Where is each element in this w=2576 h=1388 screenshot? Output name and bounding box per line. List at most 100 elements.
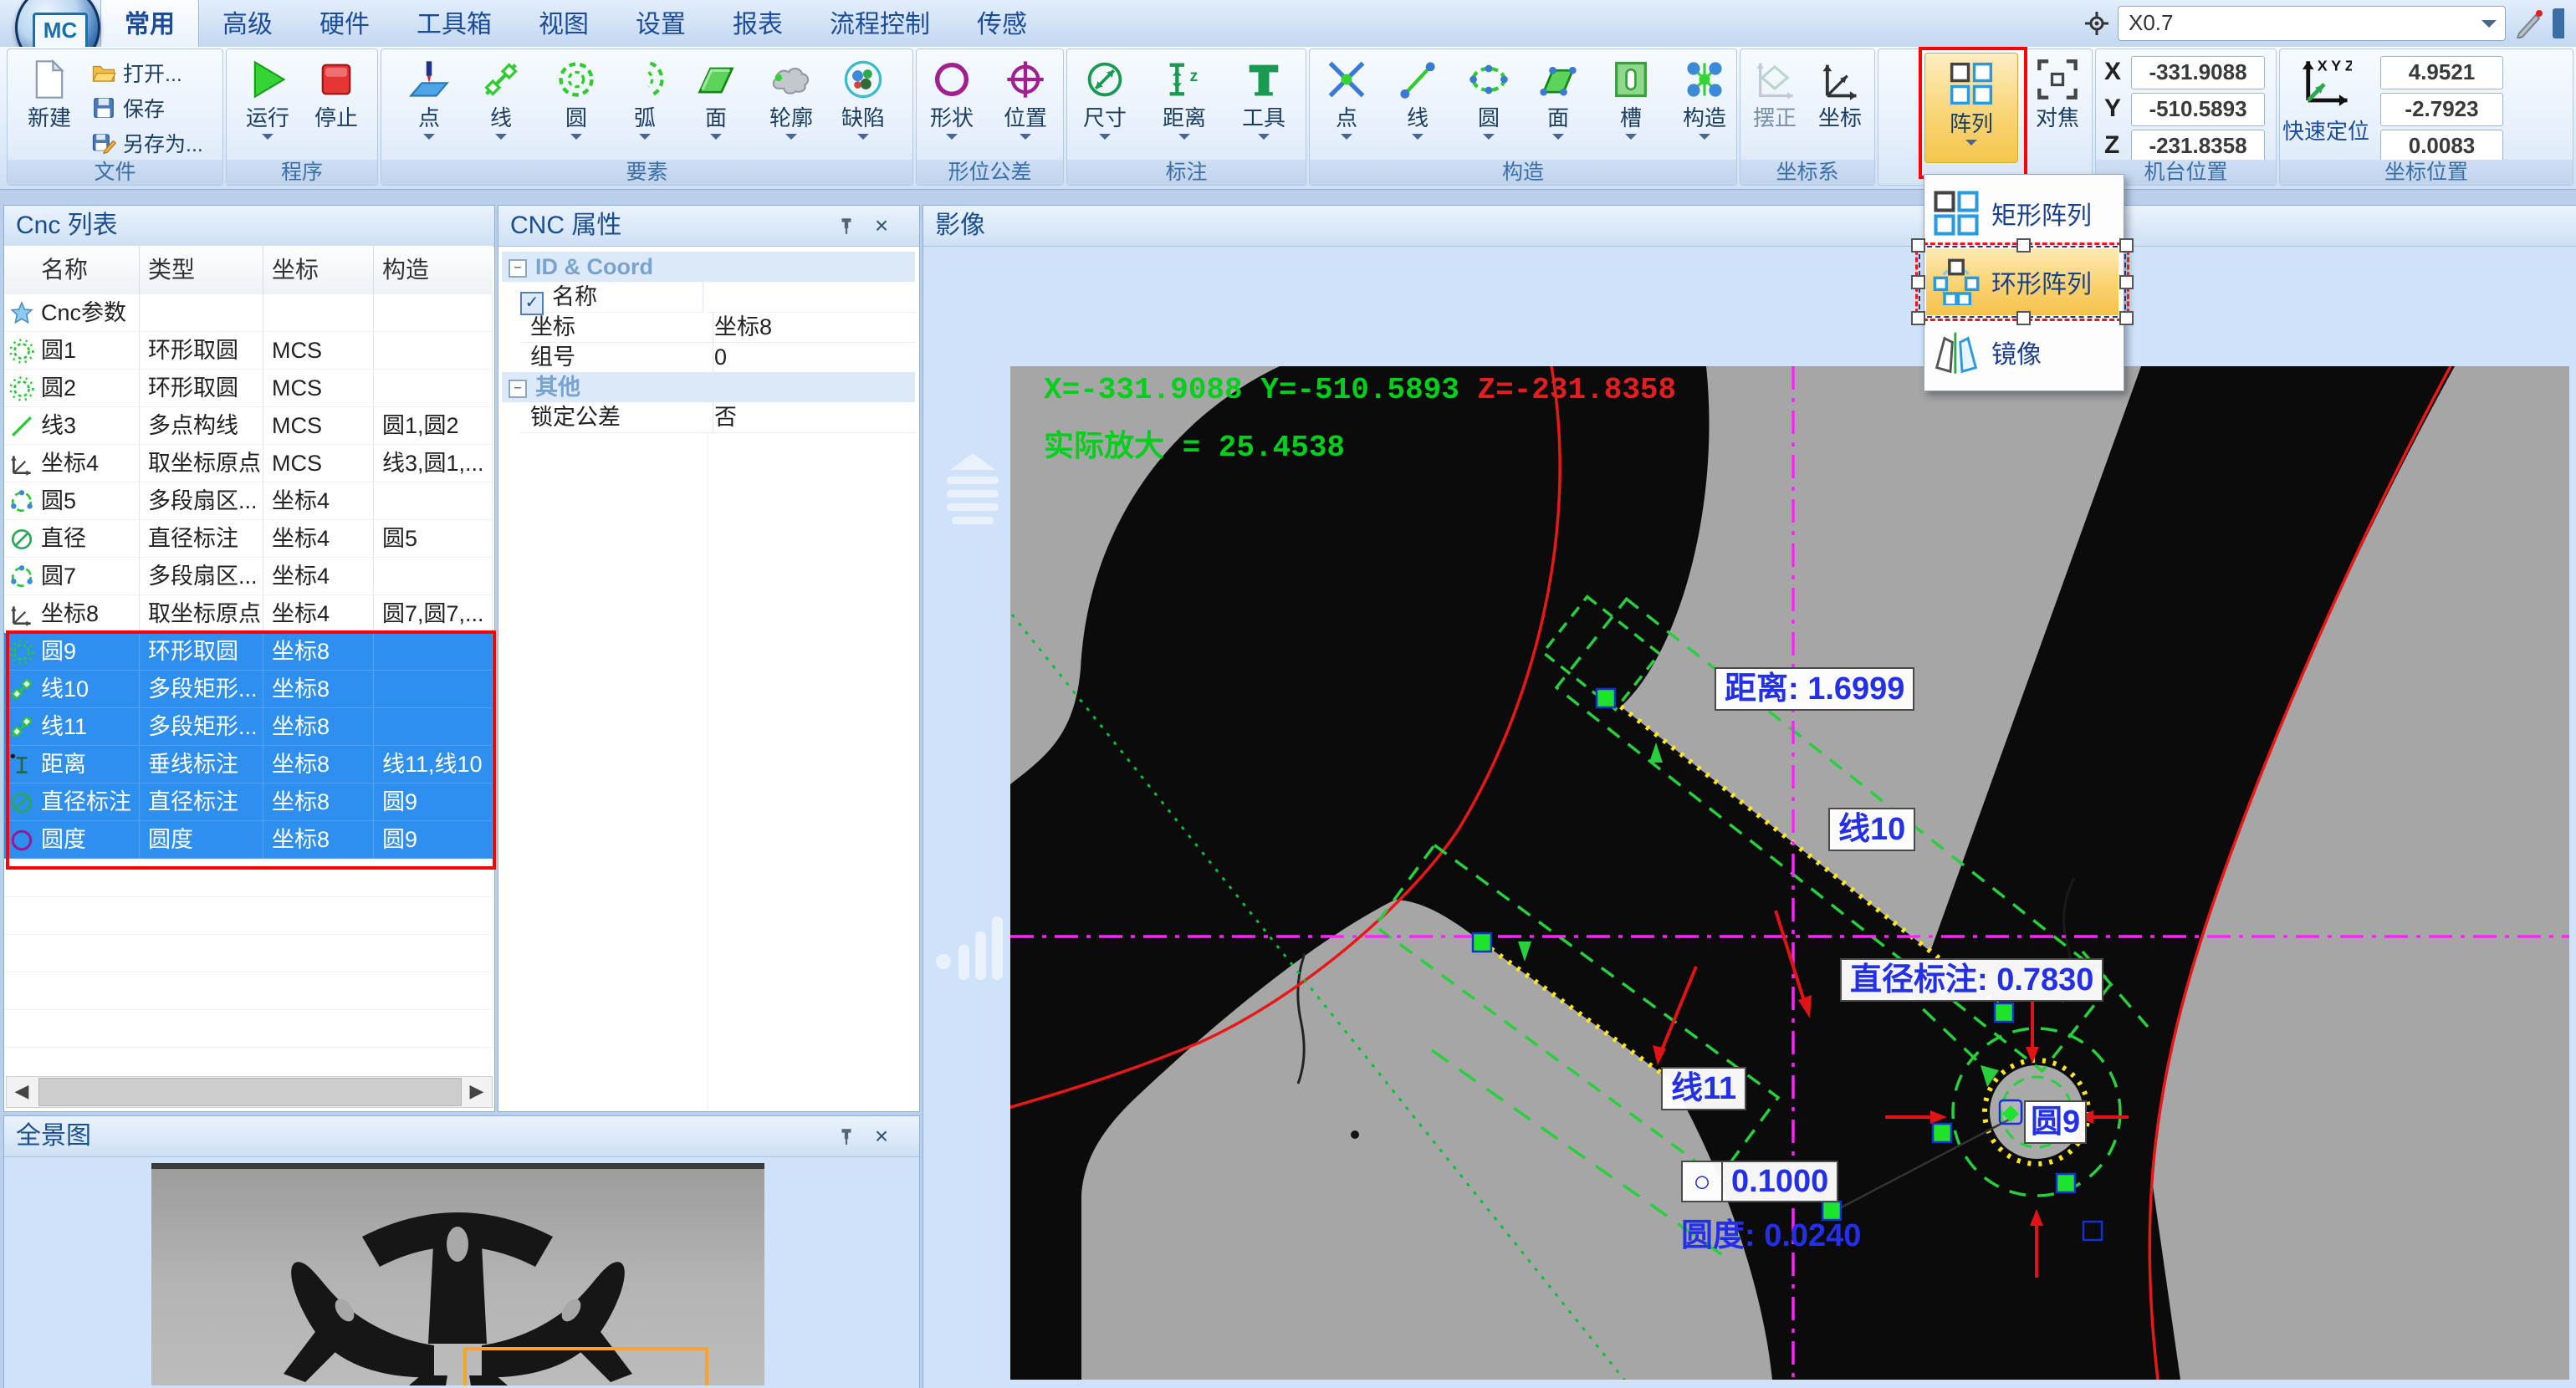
align-button[interactable]: 摆正	[1745, 53, 1805, 158]
magnification-value: X0.7	[2129, 10, 2174, 35]
construct-point-button[interactable]: 点	[1314, 53, 1379, 158]
annotate-tool-button[interactable]: 工具	[1230, 53, 1297, 158]
menu-item-mirror[interactable]: 镜像	[1926, 319, 2119, 385]
machine-z-value[interactable]: -231.8358	[2131, 130, 2265, 163]
close-icon[interactable]: ×	[869, 214, 894, 239]
signal-bars-icon[interactable]	[935, 910, 1007, 982]
table-row-circle5[interactable]: 圆5多段扇区...坐标4	[4, 482, 493, 520]
array-dropdown-menu: 矩形阵列 环形阵列 镜像	[1924, 174, 2124, 391]
scroll-left-icon[interactable]: ◀	[7, 1077, 37, 1105]
pin-icon[interactable]	[837, 217, 856, 235]
magnification-readout: 实际放大 = 25.4538	[1044, 421, 1345, 465]
menu-item-circular-array[interactable]: 环形阵列	[1926, 248, 2119, 315]
tab-advanced[interactable]: 高级	[199, 0, 296, 47]
close-icon[interactable]: ×	[869, 1125, 894, 1150]
tab-toolbox[interactable]: 工具箱	[393, 0, 515, 47]
table-row-coord8[interactable]: 坐标8取坐标原点坐标4圆7,圆7,...	[4, 595, 493, 633]
tab-hardware[interactable]: 硬件	[296, 0, 393, 47]
array-button[interactable]: 阵列	[1924, 53, 2018, 163]
distance-label[interactable]: 距离: 1.6999	[1715, 667, 1914, 711]
save-as-button[interactable]: 另存为...	[91, 126, 218, 160]
open-button[interactable]: 打开...	[91, 56, 218, 89]
line-chain-icon	[9, 715, 34, 740]
tab-common[interactable]: 常用	[100, 0, 199, 47]
tab-report[interactable]: 报表	[709, 0, 806, 47]
collapse-icon[interactable]: –	[509, 259, 527, 278]
table-row-cnc-params[interactable]: Cnc参数	[4, 294, 493, 332]
construct-construct-button[interactable]: 构造	[1672, 53, 1737, 158]
construct-slot-button[interactable]: 槽	[1598, 53, 1664, 158]
pin-icon[interactable]	[837, 1127, 856, 1146]
element-arc-button[interactable]: 弧	[611, 53, 678, 158]
section-other[interactable]: –其他	[502, 372, 915, 402]
element-circle-button[interactable]: 圆	[543, 53, 610, 158]
tab-settings[interactable]: 设置	[612, 0, 709, 47]
element-plane-button[interactable]: 面	[682, 53, 749, 158]
coordpos-y-value[interactable]: -2.7923	[2380, 93, 2503, 126]
locate-crosshair-icon[interactable]	[2084, 11, 2109, 36]
element-point-button[interactable]: 点	[396, 53, 463, 158]
coordpos-x-value[interactable]: 4.9521	[2380, 56, 2503, 89]
probe-pen-icon[interactable]	[2514, 8, 2544, 38]
tab-sensor[interactable]: 传感	[953, 0, 1050, 47]
properties-title: CNC 属性	[498, 206, 919, 247]
construct-plane-button[interactable]: 面	[1526, 53, 1591, 158]
scroll-right-icon[interactable]: ▶	[462, 1077, 492, 1105]
table-row-circle1[interactable]: 圆1环形取圆MCS	[4, 332, 493, 370]
section-id-coord[interactable]: –ID & Coord	[502, 252, 915, 282]
current-view-rectangle[interactable]	[463, 1347, 708, 1385]
construct-circle-button[interactable]: 圆	[1456, 53, 1521, 158]
ribbon-group-annotate: 尺寸 距离 工具 标注	[1066, 48, 1306, 186]
property-row-name[interactable]: ✓名称	[502, 282, 915, 312]
collapse-icon[interactable]: –	[509, 380, 527, 398]
machine-y-value[interactable]: -510.5893	[2131, 93, 2265, 126]
stop-button[interactable]: 停止	[305, 53, 367, 158]
cnc-list-hscrollbar[interactable]: ◀ ▶	[6, 1076, 493, 1108]
property-row-coord[interactable]: 坐标 坐标8	[502, 312, 915, 342]
layers-handle-icon[interactable]	[943, 453, 1002, 525]
annotate-size-button[interactable]: 尺寸	[1071, 53, 1138, 158]
new-button[interactable]: 新建	[16, 53, 83, 158]
element-contour-button[interactable]: 轮廓	[758, 53, 825, 158]
diameter-label[interactable]: 直径标注: 0.7830	[1840, 958, 2103, 1002]
table-row-line3[interactable]: 线3多点构线MCS圆1,圆2	[4, 407, 493, 445]
save-button[interactable]: 保存	[91, 91, 218, 125]
save-as-icon	[91, 130, 116, 156]
machine-x-value[interactable]: -331.9088	[2131, 56, 2265, 89]
tab-flow-control[interactable]: 流程控制	[806, 0, 953, 47]
table-row-distance[interactable]: 距离垂线标注坐标8线11,线10	[4, 746, 493, 783]
table-row-diameter-annotation[interactable]: 直径标注直径标注坐标8圆9	[4, 783, 493, 821]
table-row-roundness[interactable]: 圆度圆度坐标8圆9	[4, 821, 493, 859]
scrollbar-thumb[interactable]	[38, 1078, 462, 1106]
quick-position-button[interactable]: 快速定位	[2280, 115, 2372, 145]
line10-label[interactable]: 线10	[1828, 808, 1915, 851]
element-defect-button[interactable]: 缺陷	[830, 53, 897, 158]
group-value: 0	[708, 342, 915, 373]
table-row-diameter[interactable]: 直径直径标注坐标4圆5	[4, 520, 493, 558]
coordinate-button[interactable]: 坐标	[1810, 53, 1870, 158]
magnification-select[interactable]: X0.7	[2118, 6, 2506, 41]
tab-view[interactable]: 视图	[515, 0, 612, 47]
line11-label[interactable]: 线11	[1661, 1067, 1746, 1110]
table-row-coord4[interactable]: 坐标4取坐标原点MCS线3,圆1,...	[4, 445, 493, 482]
roundness-tolerance-box[interactable]: ○ 0.1000	[1681, 1161, 1838, 1202]
panorama-thumbnail[interactable]	[151, 1163, 764, 1385]
menu-item-rect-array[interactable]: 矩形阵列	[1926, 180, 2119, 247]
property-row-lock-tolerance[interactable]: 锁定公差 否	[502, 402, 915, 432]
run-button[interactable]: 运行	[237, 53, 299, 158]
table-row-circle7[interactable]: 圆7多段扇区...坐标4	[4, 558, 493, 595]
run-icon	[246, 58, 289, 101]
table-row-line10[interactable]: 线10多段矩形...坐标8	[4, 671, 493, 708]
table-row-circle9[interactable]: 圆9环形取圆坐标8	[4, 633, 493, 671]
gdt-position-button[interactable]: 位置	[992, 53, 1059, 158]
gdt-shape-button[interactable]: 形状	[918, 53, 985, 158]
annotate-distance-button[interactable]: 距离	[1151, 53, 1218, 158]
construct-line-button[interactable]: 线	[1385, 53, 1450, 158]
coordpos-z-value[interactable]: 0.0083	[2380, 130, 2503, 163]
focus-button[interactable]: 对焦	[2027, 53, 2088, 158]
table-row-circle2[interactable]: 圆2环形取圆MCS	[4, 370, 493, 407]
table-row-line11[interactable]: 线11多段矩形...坐标8	[4, 708, 493, 746]
property-row-group[interactable]: 组号 0	[502, 342, 915, 372]
circle9-label[interactable]: 圆9	[2024, 1100, 2087, 1144]
element-line-button[interactable]: 线	[468, 53, 534, 158]
